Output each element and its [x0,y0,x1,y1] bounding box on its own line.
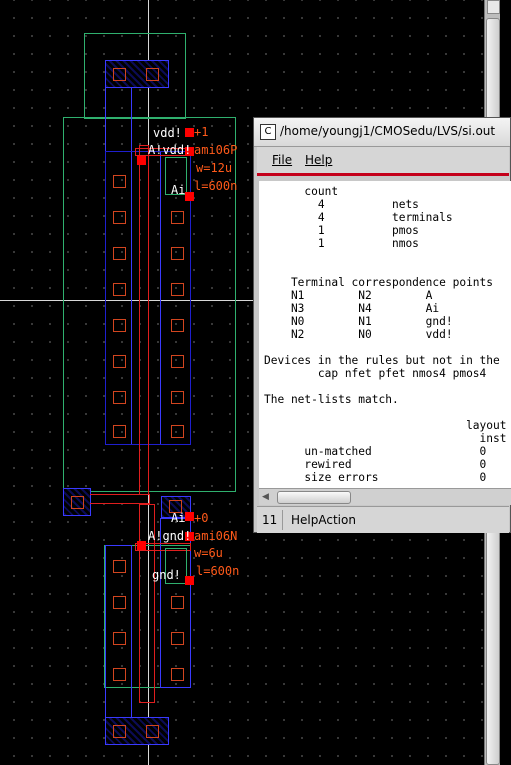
window-title: /home/youngj1/CMOSedu/LVS/si.out [280,124,496,138]
poly-gate-pmos [139,145,149,495]
menu-file[interactable]: File [272,153,292,167]
pin-marker [185,512,194,521]
scroll-up-arrow[interactable] [487,0,500,14]
menubar: File Help [257,147,509,176]
pmos-index-label: +1 [194,125,209,139]
nmos-gate-label: Ai [171,511,186,525]
pin-marker [137,156,146,165]
contact [113,596,126,609]
contact [171,391,184,404]
contact [113,725,126,738]
contact [171,668,184,681]
pmos-length-label: l=600n [194,179,238,193]
nmos-conn-label: A!gnd! [148,529,192,543]
contact [171,247,184,260]
pmos-name-label: vdd! [153,126,182,140]
nmos-width-label: w=6u [194,546,223,560]
contact [113,355,126,368]
pin-marker [137,541,146,550]
status-message: HelpAction [291,513,356,527]
contact [71,496,84,509]
window-app-icon: C [260,124,276,140]
poly-gate-route [90,494,150,504]
contact [171,283,184,296]
contact [171,425,184,438]
status-bar: 11 HelpAction [257,506,509,533]
contact [113,211,126,224]
nmos-index-label: +0 [194,511,209,525]
status-separator [282,510,283,530]
lvs-output-window[interactable]: C /home/youngj1/CMOSedu/LVS/si.out File … [253,117,511,533]
nmos-length-label: l=600n [196,564,240,578]
pmos-model-label: ami06P [194,143,238,157]
contact [171,632,184,645]
pmos-width-label: w=12u [196,161,233,175]
contact [171,319,184,332]
window-titlebar[interactable]: C /home/youngj1/CMOSedu/LVS/si.out [254,118,510,147]
contact [113,68,126,81]
pmos-conn-label: A!vdd! [148,143,192,157]
contact [113,175,126,188]
contact [113,391,126,404]
contact [171,355,184,368]
contact [146,725,159,738]
horizontal-scrollbar-thumb[interactable] [277,491,351,504]
contact [113,632,126,645]
horizontal-scrollbar[interactable]: ◀ [259,488,511,505]
contact [113,283,126,296]
nmos-name-label: gnd! [152,568,181,582]
contact [171,596,184,609]
pin-marker [185,128,194,137]
menu-help[interactable]: Help [305,153,332,167]
contact [113,668,126,681]
pin-marker [185,576,194,585]
nmos-model-label: ami06N [194,529,238,543]
status-line-number: 11 [262,513,278,527]
contact [113,425,126,438]
contact [113,247,126,260]
contact [171,211,184,224]
output-text-area[interactable]: count 4 nets 4 terminals 1 pmos 1 nmos T… [259,181,511,490]
pin-marker [185,192,194,201]
contact [146,68,159,81]
pmos-gate-label: Ai [171,183,186,197]
scroll-left-arrow-icon[interactable]: ◀ [262,492,269,502]
lvs-report-text: count 4 nets 4 terminals 1 pmos 1 nmos T… [264,185,507,484]
contact [113,560,126,573]
contact [113,319,126,332]
